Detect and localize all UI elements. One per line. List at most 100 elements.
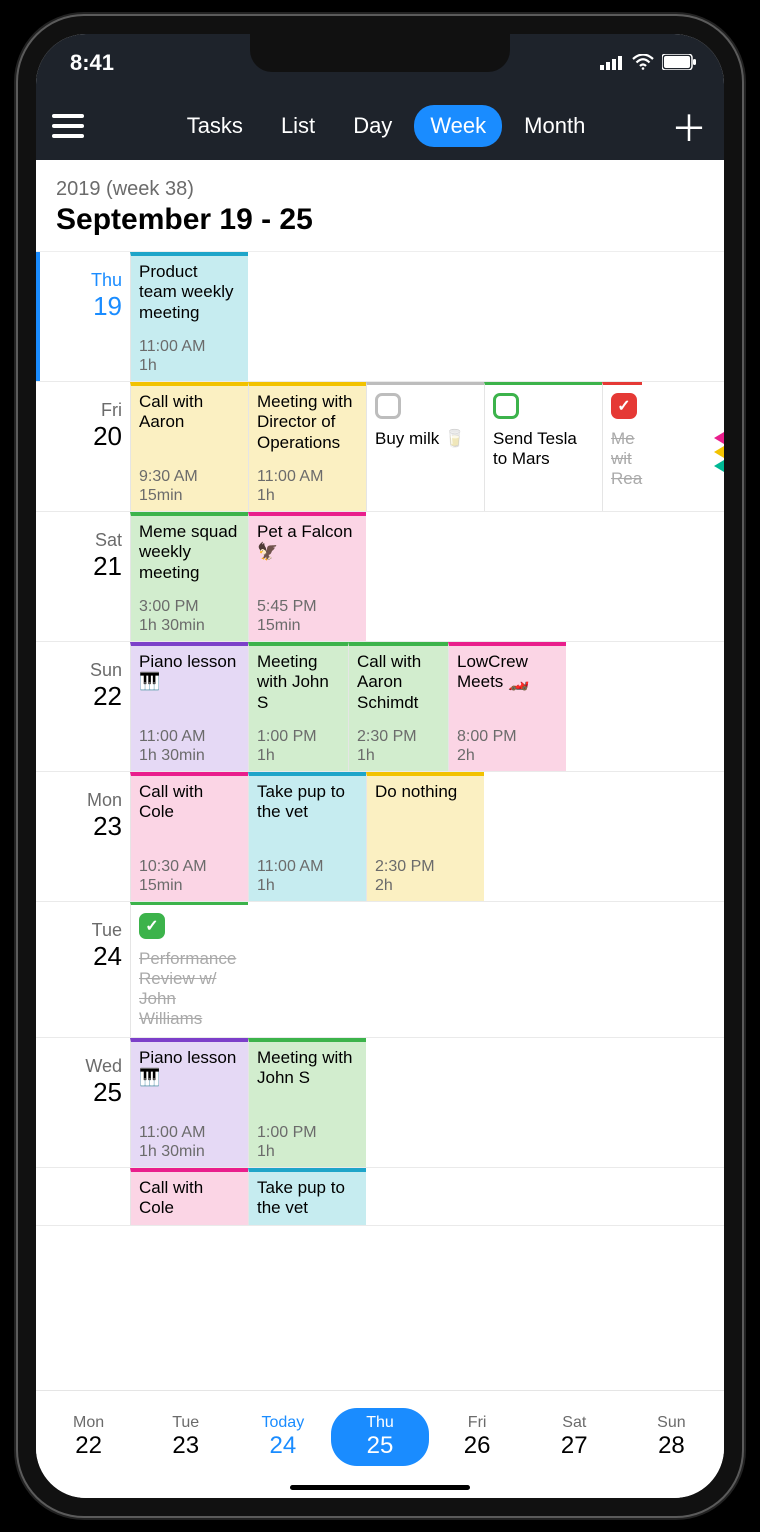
event-title: Call with Cole [139,1178,240,1219]
calendar-event[interactable]: Do nothing 2:30 PM2h [366,772,484,901]
date-scroller-day[interactable]: Mon22 [40,1414,137,1460]
status-time: 8:41 [70,50,114,76]
event-title: Piano lesson 🎹 [139,1048,240,1089]
date-scroller-day[interactable]: Sun28 [623,1414,720,1460]
battery-icon [662,50,696,76]
day-label: Sat21 [36,512,130,641]
calendar-task[interactable]: Send Tesla to Mars [484,382,602,511]
day-row: Sat21Meme squad weekly meeting 3:00 PM1h … [36,512,724,642]
calendar-event[interactable]: Take pup to the vet [248,1168,366,1225]
header-sub: 2019 (week 38) [56,178,704,201]
calendar-event[interactable]: Meeting with John S 1:00 PM1h [248,642,348,771]
calendar-event[interactable]: Pet a Falcon 🦅 5:45 PM15min [248,512,366,641]
date-scroller[interactable]: Mon22Tue23Today24Thu25Fri26Sat27Sun28 [36,1390,724,1498]
event-meta: 8:00 PM2h [457,728,558,765]
day-row: Call with Cole Take pup to the vet [36,1168,724,1226]
day-row: Thu19Product team weekly meeting 11:00 AM… [36,252,724,382]
calendar-event[interactable]: Meme squad weekly meeting 3:00 PM1h 30min [130,512,248,641]
event-title: Meeting with John S [257,1048,358,1089]
event-title: Take pup to the vet [257,782,358,823]
event-title: LowCrew Meets 🏎️ [457,652,558,693]
calendar-event[interactable]: Call with Cole [130,1168,248,1225]
checkbox-icon[interactable] [375,393,401,419]
tab-list[interactable]: List [265,105,331,147]
tab-day[interactable]: Day [337,105,408,147]
date-scroller-day[interactable]: Thu25 [331,1408,428,1466]
checkbox-icon[interactable]: ✓ [611,393,637,419]
day-row: Sun22Piano lesson 🎹11:00 AM1h 30minMeeti… [36,642,724,772]
event-title: Meme squad weekly meeting [139,522,240,583]
add-button[interactable]: ＋ [670,100,708,152]
day-label: Sun22 [36,642,130,771]
event-title: Do nothing [375,782,476,802]
event-meta: 11:00 AM1h [139,338,240,375]
event-meta: 1:00 PM1h [257,728,340,765]
event-title: Product team weekly meeting [139,262,240,323]
date-scroller-day[interactable]: Tue23 [137,1414,234,1460]
calendar-event[interactable]: Piano lesson 🎹 11:00 AM1h 30min [130,642,248,771]
day-row: Wed25Piano lesson 🎹11:00 AM1h 30minMeeti… [36,1038,724,1168]
day-label: Mon23 [36,772,130,901]
day-row: Fri20Call with Aaron9:30 AM15minMeeting … [36,382,724,512]
calendar-event[interactable]: Call with Aaron 9:30 AM15min [130,382,248,511]
event-title: Pet a Falcon 🦅 [257,522,358,563]
checkbox-icon[interactable] [493,393,519,419]
date-scroller-day[interactable]: Today24 [234,1414,331,1460]
home-indicator [290,1485,470,1490]
day-label: Fri20 [36,382,130,511]
event-meta: 2:30 PM1h [357,728,440,765]
event-meta: 11:00 AM1h [257,468,358,505]
task-title: Me wit Rea [611,429,634,489]
event-title: Call with Cole [139,782,240,823]
calendar-event[interactable]: Product team weekly meeting 11:00 AM1h [130,252,248,381]
calendar-task[interactable]: ✓ Me wit Rea [602,382,642,511]
tab-week[interactable]: Week [414,105,502,147]
task-title: Performance Review w/ John Williams [139,949,240,1029]
event-title: Call with Aaron Schimdt [357,652,440,713]
tab-tasks[interactable]: Tasks [171,105,259,147]
signal-icon [600,50,624,76]
task-title: Buy milk 🥛 [375,429,476,449]
event-meta: 10:30 AM15min [139,858,240,895]
calendar-event[interactable]: Take pup to the vet 11:00 AM1h [248,772,366,901]
nav-bar: TasksListDayWeekMonth ＋ [36,92,724,160]
calendar-task[interactable]: Buy milk 🥛 [366,382,484,511]
day-row: Tue24 ✓ Performance Review w/ John William… [36,902,724,1038]
day-row: Mon23Call with Cole10:30 AM15minTake pup… [36,772,724,902]
date-scroller-day[interactable]: Fri26 [429,1414,526,1460]
calendar-task[interactable]: ✓ Performance Review w/ John Williams [130,902,248,1037]
event-meta: 2:30 PM2h [375,858,476,895]
task-title: Send Tesla to Mars [493,429,594,469]
event-title: Meeting with Director of Operations [257,392,358,453]
event-title: Take pup to the vet [257,1178,358,1219]
event-meta: 11:00 AM1h 30min [139,728,240,765]
event-meta: 9:30 AM15min [139,468,240,505]
calendar-event[interactable]: Call with Aaron Schimdt 2:30 PM1h [348,642,448,771]
day-label: Wed25 [36,1038,130,1167]
calendar-event[interactable]: Meeting with John S 1:00 PM1h [248,1038,366,1167]
day-label: Tue24 [36,902,130,1037]
calendar-event[interactable]: Call with Cole 10:30 AM15min [130,772,248,901]
wifi-icon [632,50,654,76]
tab-month[interactable]: Month [508,105,601,147]
menu-icon[interactable] [52,114,84,138]
event-title: Piano lesson 🎹 [139,652,240,693]
event-title: Call with Aaron [139,392,240,433]
calendar-event[interactable]: Piano lesson 🎹 11:00 AM1h 30min [130,1038,248,1167]
week-body[interactable]: Thu19Product team weekly meeting 11:00 AM… [36,252,724,1390]
overflow-indicator[interactable] [714,432,724,472]
week-header: 2019 (week 38) September 19 - 25 [36,160,724,252]
date-scroller-day[interactable]: Sat27 [526,1414,623,1460]
calendar-event[interactable]: Meeting with Director of Operations 11:00… [248,382,366,511]
event-meta: 3:00 PM1h 30min [139,598,240,635]
header-title: September 19 - 25 [56,203,704,237]
calendar-event[interactable]: LowCrew Meets 🏎️ 8:00 PM2h [448,642,566,771]
checkbox-icon[interactable]: ✓ [139,913,165,939]
day-label: Thu19 [36,252,130,381]
event-meta: 5:45 PM15min [257,598,358,635]
event-meta: 11:00 AM1h [257,858,358,895]
day-label [36,1168,130,1225]
event-title: Meeting with John S [257,652,340,713]
event-meta: 11:00 AM1h 30min [139,1124,240,1161]
event-meta: 1:00 PM1h [257,1124,358,1161]
